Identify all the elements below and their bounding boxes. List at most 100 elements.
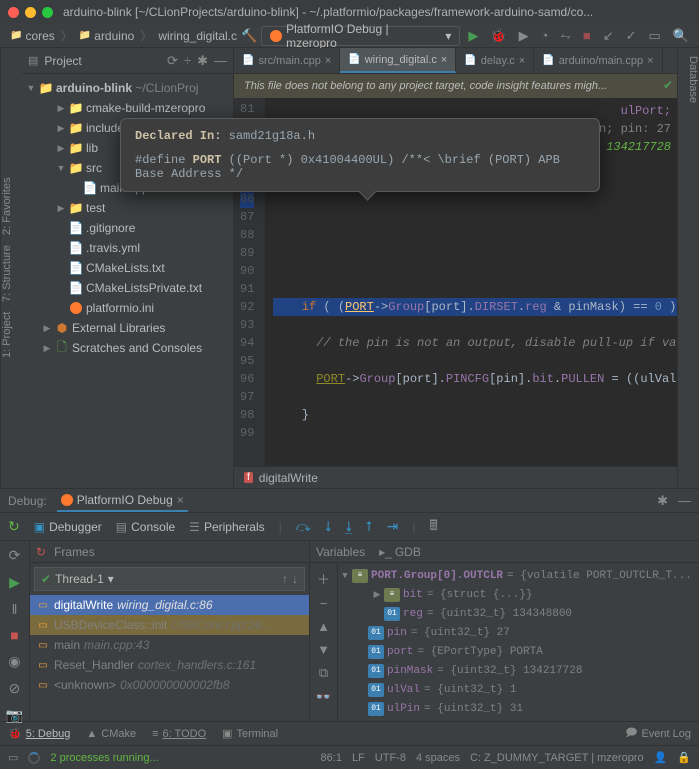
maximize-window-button[interactable] bbox=[42, 7, 53, 18]
tree-row[interactable]: ▶📁test bbox=[22, 198, 233, 218]
run-button-icon[interactable]: ▶ bbox=[468, 28, 478, 44]
close-tab-icon[interactable]: × bbox=[519, 55, 525, 67]
attach-icon[interactable]: ⥊ bbox=[560, 28, 570, 44]
hide-panel-icon[interactable]: — bbox=[214, 53, 227, 68]
close-tab-icon[interactable]: × bbox=[441, 54, 447, 66]
breadcrumb-item[interactable]: arduino bbox=[75, 29, 138, 43]
editor-tab[interactable]: 📄arduino/main.cpp× bbox=[534, 48, 662, 73]
glasses-icon[interactable]: 👓 bbox=[315, 689, 331, 705]
hide-panel-icon[interactable]: — bbox=[678, 493, 691, 508]
vcs-commit-icon[interactable]: ✓ bbox=[626, 28, 637, 44]
project-panel-title[interactable]: Project bbox=[44, 54, 161, 68]
step-out-icon[interactable]: ⭡ bbox=[366, 518, 373, 535]
expand-arrow-icon[interactable]: ▶ bbox=[40, 323, 54, 334]
stop-icon[interactable]: ■ bbox=[10, 627, 18, 643]
line-number[interactable]: 98 bbox=[240, 406, 254, 424]
variable-row[interactable]: ▼≡PORT.Group[0].OUTCLR = {volatile PORT_… bbox=[338, 566, 699, 585]
tree-row[interactable]: 📄CMakeListsPrivate.txt bbox=[22, 278, 233, 298]
tree-row[interactable]: ▶⬢External Libraries bbox=[22, 318, 233, 338]
stack-frame-row[interactable]: ▭<unknown> 0x000000000002fb8 bbox=[30, 675, 309, 695]
editor-tab[interactable]: 📄wiring_digital.c× bbox=[340, 48, 456, 73]
down-icon[interactable]: ▼ bbox=[317, 642, 330, 657]
debugger-tab[interactable]: ▣Debugger bbox=[34, 520, 102, 534]
variables-tab[interactable]: Variables bbox=[316, 545, 365, 559]
run-config-selector[interactable]: PlatformIO Debug | mzeropro ▾ bbox=[261, 26, 460, 46]
force-step-into-icon[interactable]: ⭣̲ bbox=[345, 518, 352, 535]
frames-list[interactable]: ▭digitalWrite wiring_digital.c:86▭USBDev… bbox=[30, 595, 309, 721]
variable-row[interactable]: 01pin = {uint32_t} 27 bbox=[338, 623, 699, 642]
line-number[interactable]: 99 bbox=[240, 424, 254, 442]
layout-icon[interactable]: ▭ bbox=[649, 28, 661, 44]
expand-arrow-icon[interactable]: ▶ bbox=[370, 590, 384, 600]
database-tool-tab[interactable]: Database bbox=[678, 56, 699, 103]
vcs-update-icon[interactable]: ↙ bbox=[603, 28, 614, 44]
todo-bottom-tab[interactable]: ≡ 6: TODO bbox=[152, 728, 206, 740]
line-number[interactable]: 91 bbox=[240, 280, 254, 298]
mute-breakpoints-icon[interactable]: ⊘ bbox=[9, 680, 21, 697]
inspection-indicator-icon[interactable]: 👤 bbox=[654, 751, 668, 764]
variable-row[interactable]: 01reg = {uint32_t} 134348800 bbox=[338, 604, 699, 623]
sync-icon[interactable]: ⟳ bbox=[167, 53, 178, 69]
line-number[interactable]: 92 bbox=[240, 298, 254, 316]
console-tab[interactable]: ▤Console bbox=[116, 520, 175, 534]
expand-arrow-icon[interactable]: ▶ bbox=[54, 123, 68, 134]
tree-row[interactable]: 📄.travis.yml bbox=[22, 238, 233, 258]
next-thread-icon[interactable]: ↓ bbox=[292, 572, 298, 586]
variables-tree[interactable]: ▼≡PORT.Group[0].OUTCLR = {volatile PORT_… bbox=[338, 563, 699, 721]
expand-arrow-icon[interactable]: ▼ bbox=[338, 571, 352, 581]
toggle-sidebar-icon[interactable]: ▭ bbox=[8, 751, 18, 764]
variable-row[interactable]: 01ulPin = {uint32_t} 31 bbox=[338, 699, 699, 718]
hammer-icon[interactable]: 🔨 bbox=[241, 28, 257, 44]
memory-view-icon[interactable]: 📷 bbox=[6, 707, 23, 724]
debug-bottom-tab[interactable]: 🐞 5: Debug bbox=[8, 727, 70, 740]
peripherals-tab[interactable]: ☰Peripherals bbox=[189, 520, 264, 534]
expand-arrow-icon[interactable]: ▶ bbox=[54, 203, 68, 214]
project-tool-tab[interactable]: 1: Project bbox=[1, 312, 22, 358]
run-to-cursor-icon[interactable]: ⇥ bbox=[387, 518, 399, 535]
thread-selector[interactable]: ✔ Thread-1 ▾ ↑ ↓ bbox=[34, 567, 305, 591]
line-number[interactable]: 89 bbox=[240, 244, 254, 262]
rerun-icon[interactable]: ↻ bbox=[8, 518, 20, 535]
line-number[interactable]: 93 bbox=[240, 316, 254, 334]
cmake-bottom-tab[interactable]: ▲ CMake bbox=[86, 728, 136, 740]
tree-row[interactable]: ▶🗋Scratches and Consoles bbox=[22, 338, 233, 358]
variable-row[interactable]: 01port = {EPortType} PORTA bbox=[338, 642, 699, 661]
debug-button-icon[interactable]: 🐞 bbox=[490, 28, 506, 44]
favorites-tool-tab[interactable]: 2: Favorites bbox=[1, 178, 22, 235]
project-view-icon[interactable]: ▤ bbox=[28, 54, 38, 67]
prev-thread-icon[interactable]: ↑ bbox=[282, 572, 288, 586]
evaluate-icon[interactable]: 🖩 bbox=[429, 515, 437, 539]
structure-tool-tab[interactable]: 7: Structure bbox=[1, 245, 22, 302]
editor-tab[interactable]: 📄delay.c× bbox=[456, 48, 534, 73]
line-number[interactable]: 94 bbox=[240, 334, 254, 352]
resume-icon[interactable]: ▶ bbox=[9, 574, 20, 591]
close-window-button[interactable] bbox=[8, 7, 19, 18]
stack-frame-row[interactable]: ▭Reset_Handler cortex_handlers.c:161 bbox=[30, 655, 309, 675]
line-number[interactable]: 86 bbox=[240, 190, 254, 208]
coverage-icon[interactable]: ▶ bbox=[519, 28, 529, 44]
line-number[interactable]: 81 bbox=[240, 100, 254, 118]
gear-icon[interactable]: ✱ bbox=[657, 493, 668, 509]
view-breakpoints-icon[interactable]: ◉ bbox=[8, 653, 20, 670]
variable-row[interactable]: ▶≡bit = {struct {...}} bbox=[338, 585, 699, 604]
padlock-icon[interactable]: 🔒 bbox=[677, 751, 691, 764]
line-number[interactable]: 87 bbox=[240, 208, 254, 226]
stack-frame-row[interactable]: ▭main main.cpp:43 bbox=[30, 635, 309, 655]
gdb-tab[interactable]: ▸_GDB bbox=[379, 545, 421, 559]
expand-arrow-icon[interactable]: ▼ bbox=[54, 163, 68, 173]
editor-tab[interactable]: 📄src/main.cpp× bbox=[234, 48, 340, 73]
debug-session-tab[interactable]: PlatformIO Debug × bbox=[57, 490, 188, 512]
line-number[interactable]: 88 bbox=[240, 226, 254, 244]
expand-arrow-icon[interactable]: ▶ bbox=[54, 103, 68, 114]
tree-row[interactable]: 📄.gitignore bbox=[22, 218, 233, 238]
close-tab-icon[interactable]: × bbox=[647, 55, 653, 67]
copy-icon[interactable]: ⧉ bbox=[319, 665, 328, 681]
close-tab-icon[interactable]: × bbox=[325, 55, 331, 67]
event-log-tab[interactable]: 🗩 Event Log bbox=[625, 724, 691, 743]
up-icon[interactable]: ▲ bbox=[317, 619, 330, 634]
variable-row[interactable]: 01pinMask = {uint32_t} 134217728 bbox=[338, 661, 699, 680]
line-number[interactable]: 96 bbox=[240, 370, 254, 388]
tree-row[interactable]: platformio.ini bbox=[22, 298, 233, 318]
tree-row[interactable]: 📄CMakeLists.txt bbox=[22, 258, 233, 278]
search-icon[interactable]: 🔍 bbox=[673, 28, 689, 44]
